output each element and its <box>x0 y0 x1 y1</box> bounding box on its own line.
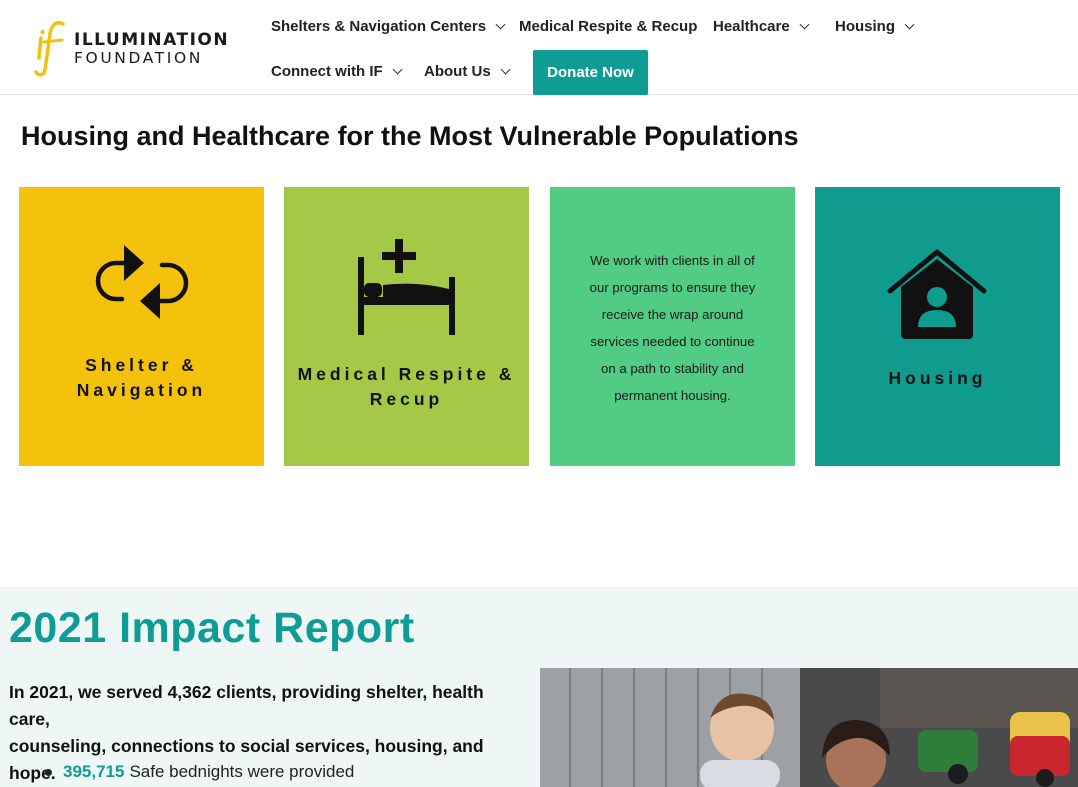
nav-shelters[interactable]: Shelters & Navigation Centers <box>271 18 506 35</box>
nav-healthcare[interactable]: Healthcare <box>713 18 810 35</box>
nav-healthcare-label: Healthcare <box>713 18 790 35</box>
card-info-line: our programs to ensure they <box>589 280 756 295</box>
house-person-icon <box>887 249 987 339</box>
impact-bullet-item: 395,715 Safe bednights were provided <box>45 762 354 782</box>
card-shelter-navigation[interactable]: Shelter & Navigation <box>19 187 264 466</box>
card-housing[interactable]: Housing <box>815 187 1060 466</box>
card-info-line: on a path to stability and <box>601 361 744 376</box>
hospital-bed-icon <box>358 239 455 335</box>
card-info-line: We work with clients in all of <box>590 253 755 268</box>
logo-text-foundation: FOUNDATION <box>74 49 203 67</box>
nav-housing[interactable]: Housing <box>835 18 915 35</box>
children-playing-photo <box>540 668 1078 787</box>
nav-housing-label: Housing <box>835 18 895 35</box>
card-housing-label: Housing <box>888 368 987 388</box>
section-title: Housing and Healthcare for the Most Vuln… <box>21 121 799 151</box>
bullet-dot-icon <box>45 768 52 776</box>
card-shelter-label-line2: Navigation <box>76 380 207 400</box>
site-logo[interactable]: ILLUMINATION FOUNDATION <box>32 18 232 78</box>
nav-shelters-label: Shelters & Navigation Centers <box>271 18 487 35</box>
impact-bullet-text: Safe bednights were provided <box>129 762 355 781</box>
card-wrap-around-info: We work with clients in all of our progr… <box>550 187 795 466</box>
nav-medical-respite-label: Medical Respite & Recup <box>519 18 698 35</box>
nav-connect[interactable]: Connect with IF <box>271 63 403 80</box>
donate-button[interactable]: Donate Now <box>533 50 648 95</box>
photo-placeholder-image <box>540 668 1078 787</box>
nav-about-label: About Us <box>424 63 491 80</box>
impact-lead-line: In 2021, we served 4,362 clients, provid… <box>9 682 484 729</box>
card-medical-label-line2: Recup <box>369 389 444 409</box>
impact-title: 2021 Impact Report <box>9 604 415 652</box>
impact-report-section: 2021 Impact Report In 2021, we served 4,… <box>0 587 1078 787</box>
logo-text-illumination: ILLUMINATION <box>74 30 230 50</box>
logo-mark-icon <box>34 21 65 77</box>
card-medical-label-line1: Medical Respite & <box>297 364 516 384</box>
card-info-text: We work with clients in all of our progr… <box>576 247 769 409</box>
chevron-down-icon <box>799 19 810 30</box>
nav-medical-respite[interactable]: Medical Respite & Recup <box>519 18 697 35</box>
chevron-down-icon <box>904 19 915 30</box>
chevron-down-icon <box>392 64 403 75</box>
card-info-line: permanent housing. <box>614 388 731 403</box>
card-info-line: receive the wrap around <box>601 307 744 322</box>
card-info-line: services needed to continue <box>590 334 755 349</box>
chevron-down-icon <box>495 19 506 30</box>
nav-about[interactable]: About Us <box>424 63 511 80</box>
impact-bullet-number: 395,715 <box>63 762 125 781</box>
chevron-down-icon <box>500 64 511 75</box>
nav-connect-label: Connect with IF <box>271 63 383 80</box>
card-shelter-label-line1: Shelter & <box>85 355 198 375</box>
card-medical-respite[interactable]: Medical Respite & Recup <box>284 187 529 466</box>
site-header: ILLUMINATION FOUNDATION Shelters & Navig… <box>0 0 1078 95</box>
cycle-arrows-icon <box>95 245 189 319</box>
